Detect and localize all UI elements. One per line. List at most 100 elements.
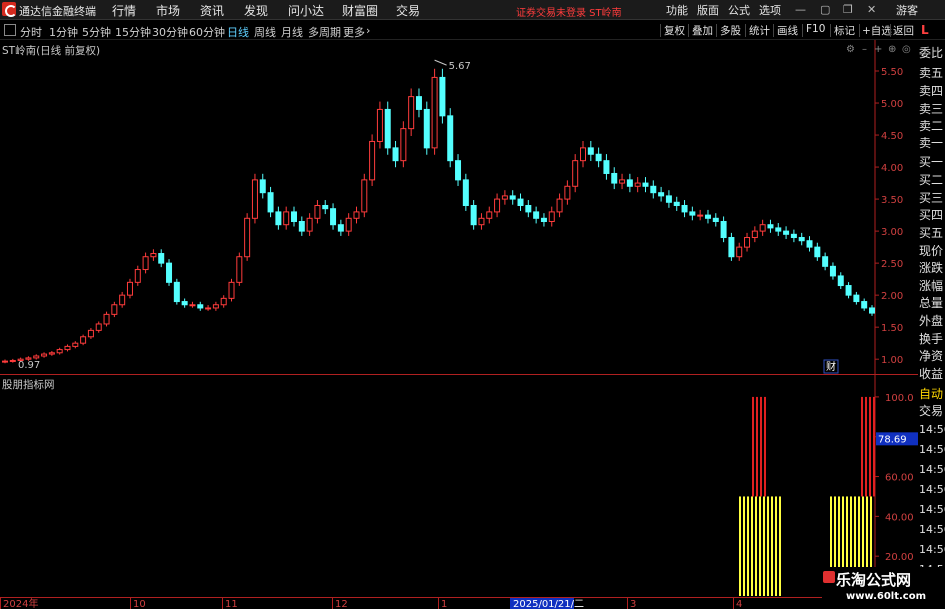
side-item[interactable]: 卖四: [919, 82, 945, 100]
side-item[interactable]: 卖一: [919, 134, 945, 152]
menu-quotes[interactable]: 行情: [112, 2, 136, 19]
candle-body: [150, 253, 157, 258]
panel-toggle-icon[interactable]: [4, 24, 16, 36]
side-item[interactable]: 卖二: [919, 117, 945, 135]
trade-time: 14:56: [919, 443, 945, 456]
side-item[interactable]: 涨幅: [919, 277, 945, 295]
side-item[interactable]: 买五: [919, 224, 945, 242]
menu-wealth[interactable]: 财富圈: [342, 2, 378, 19]
side-item[interactable]: 买四: [919, 206, 945, 224]
period-toolbar: 分时 1分钟 5分钟 15分钟 30分钟 60分钟 日线 周线 月线 多周期 更…: [0, 21, 945, 40]
menu-news[interactable]: 资讯: [200, 2, 224, 19]
side-item[interactable]: 外盘: [919, 312, 945, 330]
candle-body: [25, 357, 32, 360]
settings-icon[interactable]: ⚙: [846, 44, 855, 55]
side-item[interactable]: 换手: [919, 330, 945, 348]
side-item[interactable]: 卖三: [919, 100, 945, 118]
period-more[interactable]: 更多: [343, 24, 365, 40]
candle-body: [744, 237, 751, 248]
period-1min[interactable]: 1分钟: [49, 24, 78, 40]
candle-body: [9, 359, 16, 362]
btn-add-watchlist[interactable]: +自选: [862, 23, 892, 38]
period-30min[interactable]: 30分钟: [152, 24, 188, 40]
menu-formula[interactable]: 公式: [728, 2, 750, 18]
side-item[interactable]: 净资: [919, 347, 945, 365]
candle-body: [415, 96, 422, 110]
side-item[interactable]: 买二: [919, 171, 945, 189]
minus-icon[interactable]: –: [862, 44, 867, 55]
candle-body: [197, 304, 204, 309]
btn-adjust[interactable]: 复权: [664, 23, 685, 38]
side-item[interactable]: 涨跌: [919, 259, 945, 277]
menu-market[interactable]: 市场: [156, 2, 180, 19]
candle-body: [291, 211, 297, 223]
side-item[interactable]: 卖五: [919, 64, 945, 82]
candle-body: [689, 211, 696, 216]
btn-multi-stock[interactable]: 多股: [720, 23, 741, 38]
candle-body: [712, 217, 719, 223]
period-60min[interactable]: 60分钟: [189, 24, 225, 40]
period-15min[interactable]: 15分钟: [115, 24, 151, 40]
watermark: 乐淘公式网 www.60lt.com: [822, 567, 945, 609]
candle-body: [33, 355, 40, 359]
candle-body: [431, 76, 438, 149]
period-daily[interactable]: 日线: [227, 24, 249, 40]
candle-body: [658, 192, 665, 197]
candle-body: [283, 211, 290, 226]
more-chevron-icon[interactable]: ›: [366, 24, 370, 37]
candle-body: [455, 160, 462, 181]
btn-f10[interactable]: F10: [806, 23, 825, 35]
kline-chart[interactable]: 5.50 5.00 4.50 4.00 3.50 3.00 2.50 2.00 1.50 1.00…: [0, 40, 918, 609]
candle-body: [548, 211, 555, 223]
ind-y-tick-label: 60.00: [885, 473, 914, 484]
minimize-icon[interactable]: —: [795, 3, 806, 16]
btn-overlay[interactable]: 叠加: [692, 23, 713, 38]
restore-icon[interactable]: ❐: [843, 3, 853, 16]
side-item[interactable]: 收益: [919, 365, 945, 383]
period-intraday[interactable]: 分时: [20, 24, 42, 40]
menu-trade[interactable]: 交易: [396, 2, 420, 19]
menu-options[interactable]: 选项: [759, 2, 781, 18]
candle-body: [806, 240, 813, 248]
trade-label[interactable]: 交易: [919, 402, 945, 420]
user-guest[interactable]: 游客: [896, 2, 918, 18]
candle-body: [48, 352, 55, 355]
period-5min[interactable]: 5分钟: [82, 24, 111, 40]
chart-area[interactable]: 5.50 5.00 4.50 4.00 3.50 3.00 2.50 2.00 1.50 1.00…: [0, 40, 918, 609]
btn-draw[interactable]: 画线: [777, 23, 798, 38]
maximize-icon[interactable]: ▢: [820, 3, 830, 16]
period-multi[interactable]: 多周期: [308, 24, 341, 40]
menu-layout[interactable]: 版面: [697, 2, 719, 18]
candle-body: [564, 185, 571, 200]
candle-body: [595, 153, 602, 162]
menu-discover[interactable]: 发现: [244, 2, 268, 19]
panel-corner-l[interactable]: L: [921, 23, 929, 37]
period-weekly[interactable]: 周线: [254, 24, 276, 40]
candle-body: [845, 285, 852, 296]
close-icon[interactable]: ✕: [867, 3, 876, 16]
indicator-name[interactable]: 股朋指标网: [2, 377, 55, 392]
watermark-url: www.60lt.com: [846, 591, 927, 602]
btn-statistics[interactable]: 统计: [749, 23, 770, 38]
menu-functions[interactable]: 功能: [666, 2, 688, 18]
side-item[interactable]: 买三: [919, 189, 945, 207]
candle-body: [783, 230, 790, 235]
expand-icon[interactable]: ⊕: [888, 44, 896, 55]
side-item[interactable]: 现价: [919, 242, 945, 260]
login-warning[interactable]: 证券交易未登录 ST岭南: [516, 4, 622, 19]
zoom-icon[interactable]: ◎: [902, 44, 911, 55]
menu-ask[interactable]: 问小达: [288, 2, 324, 19]
candle-body: [166, 262, 173, 283]
period-monthly[interactable]: 月线: [281, 24, 303, 40]
auto-label[interactable]: 自动: [919, 385, 945, 403]
side-item[interactable]: 委比: [919, 44, 945, 62]
btn-mark[interactable]: 标记: [834, 23, 855, 38]
watermark-logo-icon: [823, 571, 835, 583]
side-item[interactable]: 买一: [919, 153, 945, 171]
btn-back[interactable]: 返回: [893, 23, 914, 38]
candle-body: [56, 349, 63, 354]
toolbar-divider: [716, 24, 717, 37]
side-item[interactable]: 总量: [919, 294, 945, 312]
candle-body: [212, 304, 219, 309]
plus-icon[interactable]: +: [874, 44, 882, 55]
